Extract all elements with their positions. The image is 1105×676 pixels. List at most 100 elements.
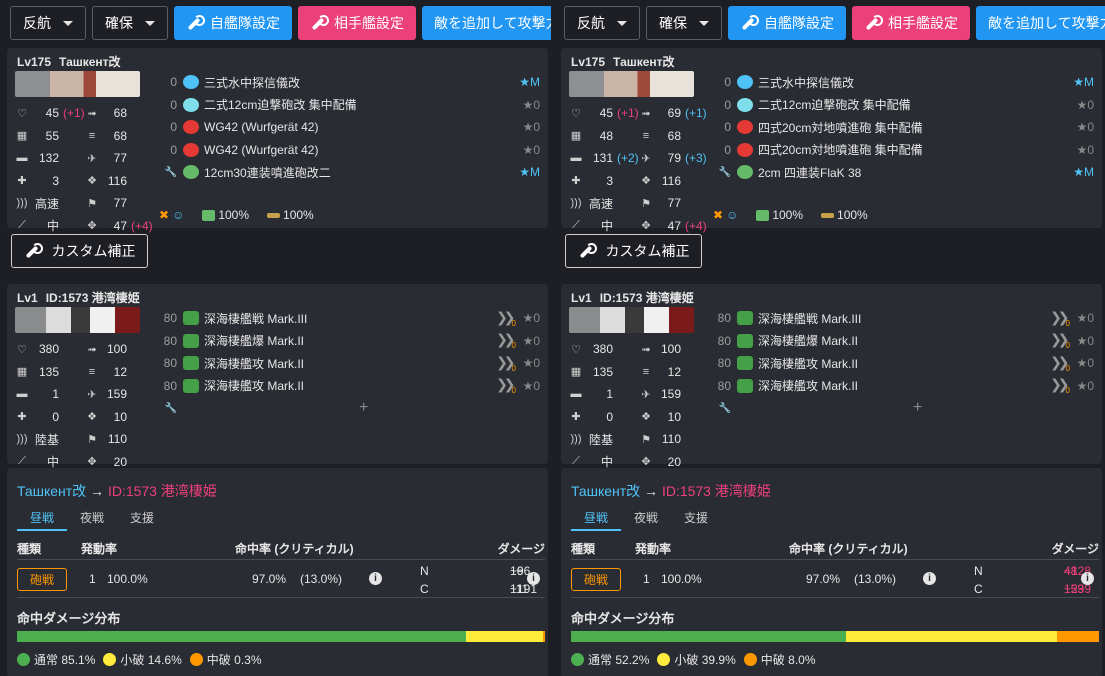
direction-dropdown[interactable]: 反航	[564, 6, 640, 40]
legend-value: 0.3%	[234, 652, 262, 667]
hit-info-icon[interactable]: i	[369, 572, 382, 585]
slot-count: 80	[717, 311, 731, 326]
enemy-equipment-slot[interactable]: 80 深海棲艦爆 Mark.II ❯❯0 ★0	[159, 330, 544, 353]
stance-dropdown[interactable]: 確保	[646, 6, 722, 40]
equipment-slot[interactable]: 🔧 2cm 四連装FlaK 38 ★M	[713, 161, 1098, 184]
hit-info-icon[interactable]: i	[923, 572, 936, 585]
tab-support[interactable]: 支援	[671, 506, 721, 531]
slot-count: 80	[717, 356, 731, 371]
ship-portrait[interactable]	[15, 71, 140, 97]
range-icon: ⟋	[572, 455, 580, 468]
equipment-slot[interactable]: 0 WG42 (Wurfgerät 42) ★0	[159, 116, 544, 139]
equipment-slot[interactable]: 0 三式水中探信儀改 ★M	[713, 71, 1098, 94]
distribution-segment-2	[543, 631, 545, 642]
range-icon: ⟋	[18, 219, 26, 232]
extra-slot[interactable]: 🔧	[713, 397, 1098, 420]
friend-fleet-settings-button[interactable]: 自艦隊設定	[174, 6, 292, 40]
hit-rate: 97.0%	[252, 572, 287, 586]
enemy-portrait[interactable]	[15, 307, 140, 333]
enemy-name: ID:1573 港湾棲姫	[599, 291, 694, 305]
wrench-icon	[578, 243, 597, 259]
tab-support[interactable]: 支援	[117, 506, 167, 531]
enemy-equipment-slot[interactable]: 80 深海棲艦戦 Mark.III ❯❯0 ★0	[159, 307, 544, 330]
stat-cell: ≡ 12	[85, 365, 155, 379]
stat-cell: ✚ 0	[15, 410, 85, 424]
extra-slot[interactable]: 🔧	[159, 397, 544, 420]
custom-modifier-button[interactable]: カスタム補正	[565, 234, 702, 268]
equipment-slot[interactable]: 0 WG42 (Wurfgerät 42) ★0	[159, 139, 544, 162]
enemy-equipment-slot[interactable]: 80 深海棲艦攻 Mark.II ❯❯0 ★0	[713, 375, 1098, 398]
enemy-equipment-slot[interactable]: 80 深海棲艦攻 Mark.II ❯❯0 ★0	[159, 352, 544, 375]
stat-cell: ▬ 1	[15, 387, 85, 401]
crit-damage-label: C	[974, 582, 983, 596]
wrench-icon: 🔧	[164, 166, 177, 178]
ship-portrait[interactable]	[569, 71, 694, 97]
enemy-level: Lv1	[17, 291, 38, 305]
crit-damage-label: C	[420, 582, 429, 596]
enemy-equipment-slot[interactable]: 80 深海棲艦爆 Mark.II ❯❯0 ★0	[713, 330, 1098, 353]
direction-dropdown[interactable]: 反航	[10, 6, 86, 40]
ammo-icon	[267, 212, 281, 218]
enemy-stats: ♡ 380 ➟ 100 ▦ 135 ≡ 12 ▬ 1 ✈ 159 ✚ 0 ❖ 10))) 陸基 ⚑ 110 ⟋ 中 ✥ 20	[15, 338, 155, 473]
equipment-slot[interactable]: 0 二式12cm迫撃砲改 集中配備 ★0	[713, 94, 1098, 117]
attack-kind-badge[interactable]: 砲戦	[17, 568, 68, 591]
tab-day-battle[interactable]: 昼戦	[571, 506, 622, 531]
equipment-slot[interactable]: 🔧 12cm30連装噴進砲改二 ★M	[159, 161, 544, 184]
wrench-icon: 🔧	[718, 166, 731, 178]
equipment-slot[interactable]: 0 二式12cm迫撃砲改 集中配備 ★0	[159, 94, 544, 117]
enemy-settings-button[interactable]: 相手艦設定	[852, 6, 970, 40]
equipment-slot[interactable]: 0 三式水中探信儀改 ★M	[159, 71, 544, 94]
friend-fleet-settings-button[interactable]: 自艦隊設定	[728, 6, 846, 40]
tab-night-battle[interactable]: 夜戦	[67, 506, 117, 531]
add-enemy-button[interactable]: 敵を追加して攻撃力を	[976, 6, 1105, 40]
los-icon: ⚑	[641, 197, 651, 210]
armor-icon: ▦	[16, 366, 28, 379]
equipment-name: 深海棲艦爆 Mark.II	[758, 334, 859, 349]
legend-item: 通常 85.1%	[17, 651, 95, 668]
enemy-equipment-slot[interactable]: 80 深海棲艦攻 Mark.II ❯❯0 ★0	[159, 375, 544, 398]
damage-info-icon[interactable]: i	[1081, 572, 1094, 585]
enemy-equipment-slot[interactable]: 80 深海棲艦戦 Mark.III ❯❯0 ★0	[713, 307, 1098, 330]
stat-cell: ▬ 132	[15, 151, 85, 165]
wrench-icon: 🔧	[718, 402, 731, 414]
aircraft-icon	[737, 311, 753, 326]
add-enemy-button[interactable]: 敵を追加して攻撃力を	[422, 6, 551, 40]
tab-night-battle[interactable]: 夜戦	[621, 506, 671, 531]
aircraft-icon	[737, 378, 753, 393]
stat-value: 20	[113, 454, 127, 469]
enemy-settings-button[interactable]: 相手艦設定	[298, 6, 416, 40]
equipment-slot[interactable]: 0 四式20cm対地噴進砲 集中配備 ★0	[713, 116, 1098, 139]
attack-count: 1	[643, 572, 650, 586]
stat-row: ♡ 45 (+1) ➟ 68	[15, 102, 155, 125]
attack-table-header: 種類 発動率 命中率 (クリティカル) ダメージ	[571, 540, 1099, 560]
firepower-icon: ▬	[570, 388, 582, 401]
list-icon: ≡	[88, 365, 96, 378]
stat-row: ✚ 0 ❖ 10	[15, 406, 155, 429]
stance-dropdown[interactable]: 確保	[92, 6, 168, 40]
fuel-value: 100%	[772, 208, 804, 222]
add-equipment-icon[interactable]: +	[359, 399, 368, 417]
equipment-slot[interactable]: 0 四式20cm対地噴進砲 集中配備 ★0	[713, 139, 1098, 162]
enemy-equipment-slot[interactable]: 80 深海棲艦攻 Mark.II ❯❯0 ★0	[713, 352, 1098, 375]
add-equipment-icon[interactable]: +	[913, 399, 922, 417]
stat-modifier: (+3)	[685, 151, 707, 166]
stat-cell: ≡ 68	[85, 129, 155, 143]
stat-value: 110	[107, 432, 127, 447]
tab-day-battle[interactable]: 昼戦	[17, 506, 68, 531]
custom-modifier-button[interactable]: カスタム補正	[11, 234, 148, 268]
proficiency-star-icon: ★0	[522, 378, 540, 393]
damage-info-icon[interactable]: i	[527, 572, 540, 585]
attack-rate: 100.0%	[661, 572, 702, 586]
toolbar: 反航 確保 自艦隊設定 相手艦設定 敵を追加して攻撃力を	[564, 6, 1105, 42]
firepower-icon: ▬	[570, 152, 582, 165]
equipment-name: 深海棲艦攻 Mark.II	[758, 356, 859, 371]
heart-icon: ♡	[17, 343, 27, 356]
proficiency-star-icon: ★M	[519, 75, 540, 90]
stat-row: ▬ 1 ✈ 159	[569, 383, 709, 406]
custom-modifier-label: カスタム補正	[51, 243, 136, 259]
enemy-portrait[interactable]	[569, 307, 694, 333]
skill-chevron-icon: ❯❯0	[1050, 376, 1070, 396]
attack-kind-badge[interactable]: 砲戦	[571, 568, 622, 591]
equipment-name: 深海棲艦戦 Mark.III	[758, 311, 862, 326]
defender-name: ID:1573 港湾棲姫	[661, 483, 771, 499]
